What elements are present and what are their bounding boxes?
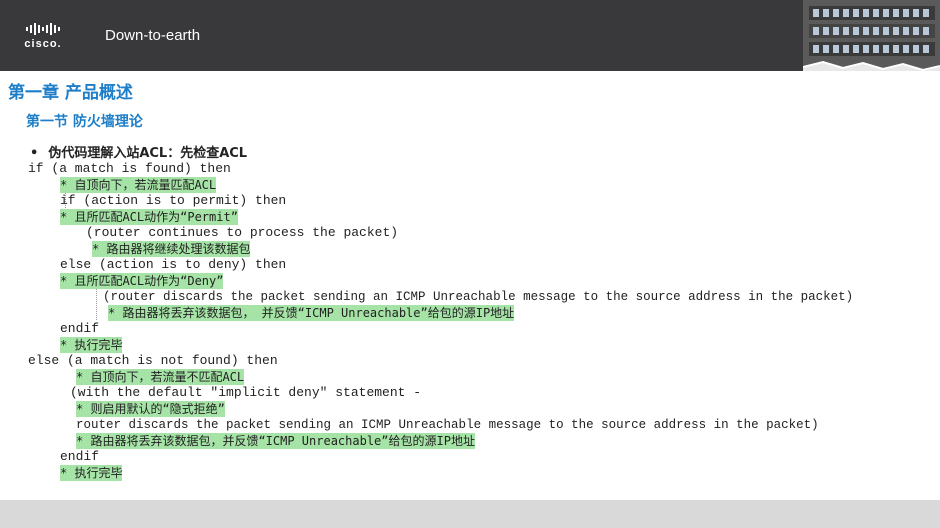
code-comment: * 自顶向下，若流量不匹配ACL bbox=[76, 369, 245, 385]
code-line: (router discards the packet sending an I… bbox=[103, 290, 854, 304]
logo-text: cisco. bbox=[24, 38, 62, 50]
cisco-bars-icon bbox=[18, 22, 68, 36]
code-line: endif bbox=[60, 449, 100, 464]
code-comment: * 路由器将继续处理该数据包 bbox=[92, 241, 251, 257]
bullet-item: • 伪代码理解入站ACL：先检查ACL bbox=[30, 142, 247, 161]
code-line: if (action is to permit) then bbox=[60, 193, 287, 208]
code-line: router discards the packet sending an IC… bbox=[76, 418, 819, 432]
code-line: (with the default "implicit deny" statem… bbox=[70, 385, 422, 400]
code-comment: * 路由器将丢弃该数据包，并反馈“ICMP Unreachable”给包的源IP… bbox=[76, 433, 475, 449]
indent-guide bbox=[96, 288, 97, 320]
code-comment: * 路由器将丢弃该数据包， 并反馈“ICMP Unreachable”给包的源I… bbox=[108, 305, 515, 321]
network-equipment-image bbox=[803, 0, 940, 71]
section-heading: 第一节 防火墙理论 bbox=[26, 114, 143, 130]
code-line: endif bbox=[60, 321, 100, 336]
slide: cisco. Down-to-earth 第一章 产品概述 第一节 防火墙理论 … bbox=[0, 0, 940, 500]
code-line: else (action is to deny) then bbox=[60, 257, 287, 272]
bullet-text: 伪代码理解入站ACL：先检查ACL bbox=[48, 146, 248, 161]
chapter-heading: 第一章 产品概述 bbox=[8, 83, 133, 103]
code-line: (router continues to process the packet) bbox=[86, 225, 399, 240]
code-comment: * 且所匹配ACL动作为“Permit” bbox=[60, 209, 238, 225]
code-line: else (a match is not found) then bbox=[28, 353, 278, 368]
code-line: if (a match is found) then bbox=[28, 161, 231, 176]
code-comment: * 执行完毕 bbox=[60, 465, 123, 481]
code-comment: * 自顶向下，若流量匹配ACL bbox=[60, 177, 217, 193]
header-bar: cisco. Down-to-earth bbox=[0, 0, 940, 71]
bullet-marker: • bbox=[30, 146, 39, 161]
code-comment: * 且所匹配ACL动作为“Deny” bbox=[60, 273, 224, 289]
cisco-logo: cisco. bbox=[18, 22, 68, 52]
code-comment: * 执行完毕 bbox=[60, 337, 123, 353]
code-comment: * 则启用默认的“隐式拒绝” bbox=[76, 401, 225, 417]
header-title: Down-to-earth bbox=[105, 27, 201, 44]
